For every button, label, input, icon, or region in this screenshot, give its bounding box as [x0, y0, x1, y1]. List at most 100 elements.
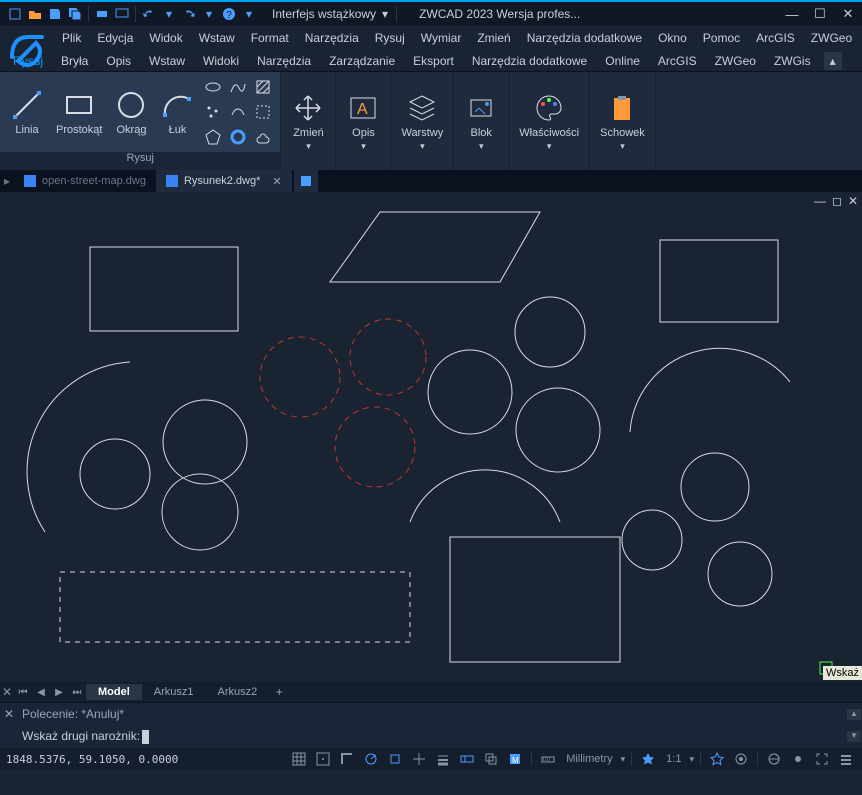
- coordinates[interactable]: 1848.5376, 59.1050, 0.0000: [6, 753, 178, 766]
- doc-tab-active[interactable]: Rysunek2.dwg* ✕: [156, 170, 292, 192]
- grid-icon[interactable]: [289, 750, 309, 768]
- point-icon[interactable]: [202, 101, 224, 123]
- tool-linia[interactable]: Linia: [6, 86, 48, 138]
- lwt-icon[interactable]: [433, 750, 453, 768]
- fullscreen-icon[interactable]: [812, 750, 832, 768]
- cmd-scroll-down[interactable]: ▼: [847, 731, 861, 742]
- tool-blok[interactable]: Blok ▾: [460, 89, 502, 154]
- redo-icon[interactable]: [180, 5, 198, 23]
- new-doc-button[interactable]: [294, 170, 318, 192]
- donut-icon[interactable]: [227, 126, 249, 148]
- spline-icon[interactable]: [227, 76, 249, 98]
- nav-last-icon[interactable]: ⏭: [68, 682, 86, 702]
- ws-icon[interactable]: [764, 750, 784, 768]
- tab-online[interactable]: Online: [596, 51, 649, 71]
- tab-eksport[interactable]: Eksport: [404, 51, 463, 71]
- close-button[interactable]: ✕: [834, 1, 862, 27]
- menu-wstaw[interactable]: Wstaw: [191, 27, 243, 49]
- dyn-icon[interactable]: [457, 750, 477, 768]
- menu-plik[interactable]: Plik: [54, 27, 89, 49]
- layout-close-icon[interactable]: ✕: [0, 685, 14, 699]
- polyline-icon[interactable]: [227, 101, 249, 123]
- doc-tab-inactive[interactable]: open-street-map.dwg: [14, 170, 156, 192]
- tab-narzedzia-dod[interactable]: Narzędzia dodatkowe: [463, 51, 596, 71]
- tab-narzedzia[interactable]: Narzędzia: [248, 51, 320, 71]
- redo-dd-icon[interactable]: ▾: [200, 5, 218, 23]
- save-icon[interactable]: [46, 5, 64, 23]
- menu-widok[interactable]: Widok: [141, 27, 190, 49]
- new-icon[interactable]: [6, 5, 24, 23]
- tab-zarzadzanie[interactable]: Zarządzanie: [320, 51, 404, 71]
- undo-dd-icon[interactable]: ▾: [160, 5, 178, 23]
- nav-first-icon[interactable]: ⏮: [14, 682, 32, 702]
- layout-tab-ark1[interactable]: Arkusz1: [142, 684, 206, 700]
- units-label[interactable]: Millimetry: [562, 753, 616, 765]
- cmd-prompt[interactable]: Wskaż drugi narożnik:: [18, 729, 149, 744]
- units-icon[interactable]: 0.0: [538, 750, 558, 768]
- tab-arcgis[interactable]: ArcGIS: [649, 51, 706, 71]
- menu-zmien[interactable]: Zmień: [469, 27, 518, 49]
- cmd-close-icon[interactable]: ✕: [0, 707, 18, 721]
- app-logo[interactable]: [4, 26, 50, 70]
- ribbon-collapse-button[interactable]: ▴: [824, 52, 842, 70]
- help-icon[interactable]: ?: [220, 5, 238, 23]
- annovis-icon[interactable]: [707, 750, 727, 768]
- nav-next-icon[interactable]: ▶: [50, 682, 68, 702]
- tool-schowek[interactable]: Schowek ▾: [596, 89, 649, 154]
- tab-zwgeo[interactable]: ZWGeo: [706, 51, 765, 71]
- tool-opis[interactable]: A Opis ▾: [342, 89, 384, 154]
- osnap-icon[interactable]: [385, 750, 405, 768]
- doc-tab-pin-icon[interactable]: ▸: [0, 174, 14, 188]
- menu-zwgeo[interactable]: ZWGeo: [803, 27, 860, 49]
- minimize-button[interactable]: —: [778, 1, 806, 27]
- tab-zwgis[interactable]: ZWGis: [765, 51, 820, 71]
- snap-icon[interactable]: [313, 750, 333, 768]
- maximize-button[interactable]: ☐: [806, 1, 834, 27]
- customize-icon[interactable]: [836, 750, 856, 768]
- annoscale-icon[interactable]: [638, 750, 658, 768]
- cycle-icon[interactable]: [481, 750, 501, 768]
- cmd-scroll-up[interactable]: ▲: [847, 709, 861, 720]
- tool-luk[interactable]: Łuk: [156, 86, 198, 138]
- layout-add-button[interactable]: +: [269, 685, 289, 699]
- tool-prostokat[interactable]: Prostokąt: [52, 86, 106, 138]
- tab-wstaw[interactable]: Wstaw: [140, 51, 194, 71]
- polygon-icon[interactable]: [202, 126, 224, 148]
- tab-opis[interactable]: Opis: [97, 51, 140, 71]
- menu-narzedzia-dod[interactable]: Narzędzia dodatkowe: [519, 27, 650, 49]
- menu-narzedzia[interactable]: Narzędzia: [297, 27, 367, 49]
- nav-prev-icon[interactable]: ◀: [32, 682, 50, 702]
- menu-wymiar[interactable]: Wymiar: [413, 27, 470, 49]
- tool-warstwy[interactable]: Warstwy ▾: [397, 89, 447, 154]
- tool-wlasciwosci[interactable]: Właściwości ▾: [515, 89, 583, 154]
- tool-okrag[interactable]: Okrąg: [110, 86, 152, 138]
- drawing-canvas[interactable]: — ◻ ✕: [0, 192, 862, 682]
- tab-bryla[interactable]: Bryła: [52, 51, 97, 71]
- menu-okno[interactable]: Okno: [650, 27, 695, 49]
- region-icon[interactable]: [252, 101, 274, 123]
- open-icon[interactable]: [26, 5, 44, 23]
- revcloud-icon[interactable]: [252, 126, 274, 148]
- layout-tab-model[interactable]: Model: [86, 684, 142, 700]
- hatch-icon[interactable]: [252, 76, 274, 98]
- tab-widoki[interactable]: Widoki: [194, 51, 248, 71]
- menu-rysuj[interactable]: Rysuj: [367, 27, 413, 49]
- layout-tab-ark2[interactable]: Arkusz2: [206, 684, 270, 700]
- model-icon[interactable]: M: [505, 750, 525, 768]
- preview-icon[interactable]: [113, 5, 131, 23]
- tool-zmien[interactable]: Zmień ▾: [287, 89, 329, 154]
- menu-pomoc[interactable]: Pomoc: [695, 27, 748, 49]
- menu-edycja[interactable]: Edycja: [89, 27, 141, 49]
- menu-arcgis[interactable]: ArcGIS: [748, 27, 803, 49]
- otrack-icon[interactable]: [409, 750, 429, 768]
- saveall-icon[interactable]: [66, 5, 84, 23]
- annoauto-icon[interactable]: [731, 750, 751, 768]
- plot-icon[interactable]: [93, 5, 111, 23]
- polar-icon[interactable]: [361, 750, 381, 768]
- ortho-icon[interactable]: [337, 750, 357, 768]
- interface-dropdown[interactable]: Interfejs wstążkowy ▾: [266, 5, 394, 23]
- ellipse-icon[interactable]: [202, 76, 224, 98]
- isolate-icon[interactable]: [788, 750, 808, 768]
- undo-icon[interactable]: [140, 5, 158, 23]
- qat-dd-icon[interactable]: ▾: [240, 5, 258, 23]
